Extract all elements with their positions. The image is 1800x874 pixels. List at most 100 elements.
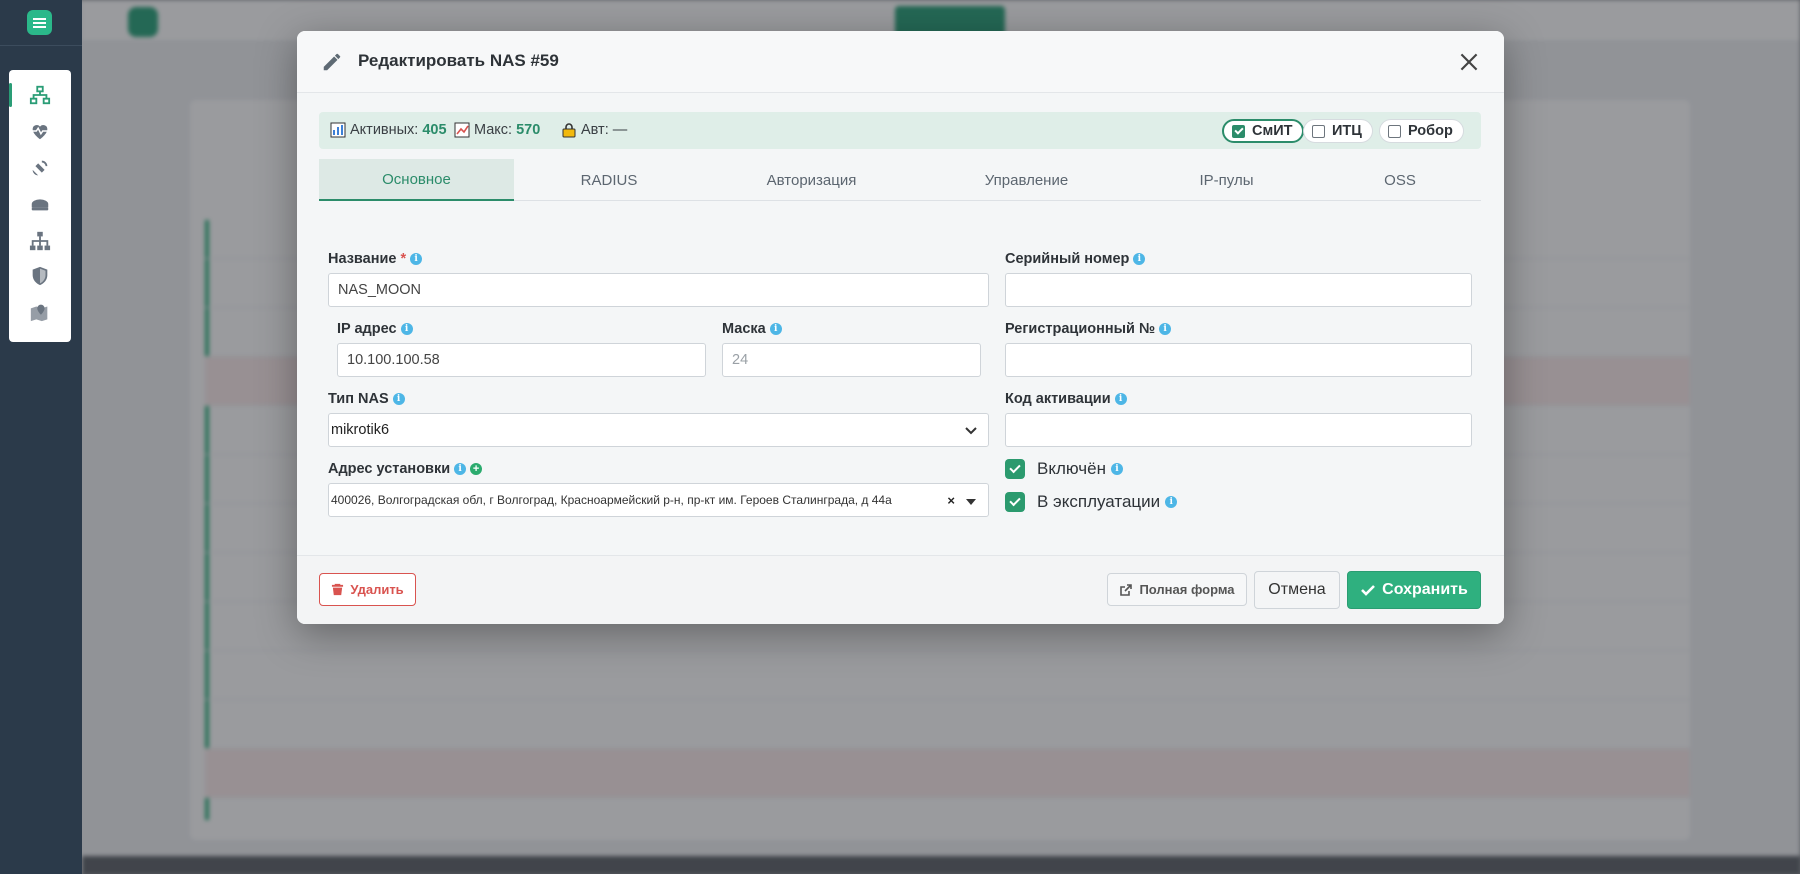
tab-bar: Основное RADIUS Авторизация Управление I…: [319, 159, 1481, 201]
registration-label: Регистрационный № i: [1005, 321, 1172, 337]
ip-label: IP адрес i: [337, 321, 413, 337]
checkbox-icon[interactable]: [1312, 124, 1325, 138]
map-marker-icon[interactable]: [25, 298, 55, 326]
caret-down-icon[interactable]: [964, 495, 978, 509]
checkbox-icon[interactable]: [1005, 492, 1025, 512]
rail-menu: [9, 70, 71, 342]
name-label-text: Название: [328, 251, 397, 267]
address-value: 400026, Волгоградская обл, г Волгоград, …: [331, 493, 892, 507]
stats-bar: Активных: 405 Макс: 570 Авт: — СмИТ ИТЦ …: [319, 112, 1481, 149]
info-icon[interactable]: i: [1114, 393, 1127, 405]
address-select[interactable]: 400026, Волгоградская обл, г Волгоград, …: [328, 483, 989, 517]
auth-value: —: [612, 122, 628, 138]
info-icon[interactable]: i: [1133, 253, 1146, 265]
registration-label-text: Регистрационный №: [1005, 321, 1156, 337]
activation-code-input[interactable]: [1005, 413, 1472, 447]
nas-type-select[interactable]: mikrotik6: [328, 413, 989, 447]
edit-nas-modal: Редактировать NAS #59 Активных: 405 Макс…: [297, 31, 1504, 624]
tab-authorization[interactable]: Авторизация: [704, 159, 919, 201]
address-label: Адрес установки i +: [328, 461, 483, 477]
bar-chart-icon: [330, 122, 346, 138]
checkbox-icon[interactable]: [1232, 124, 1245, 138]
modal-footer: Удалить Полная форма Отмена Сохранить: [297, 555, 1504, 624]
modal-header: Редактировать NAS #59: [297, 31, 1504, 93]
serial-label-text: Серийный номер: [1005, 251, 1130, 267]
active-sessions-stat: Активных: 405: [330, 122, 447, 138]
in-service-checkbox[interactable]: В эксплуатации i: [1005, 492, 1178, 512]
max-label: Макс:: [474, 122, 513, 138]
info-icon[interactable]: i: [392, 393, 405, 405]
mask-label-text: Маска: [722, 321, 766, 337]
sitemap-icon[interactable]: [25, 227, 55, 255]
org-label: Робор: [1408, 123, 1453, 139]
nas-type-value: mikrotik6: [331, 422, 390, 438]
tab-oss[interactable]: OSS: [1319, 159, 1481, 201]
app-logo-icon[interactable]: [27, 10, 52, 35]
activation-label: Код активации i: [1005, 391, 1127, 407]
rail-divider: [0, 45, 82, 46]
shield-icon[interactable]: [25, 262, 55, 290]
max-value: 570: [516, 122, 541, 138]
org-filter-smit[interactable]: СмИТ: [1222, 119, 1305, 143]
heartbeat-icon[interactable]: [25, 117, 55, 145]
info-icon[interactable]: i: [454, 463, 467, 475]
nas-type-label-text: Тип NAS: [328, 391, 389, 407]
network-icon[interactable]: [9, 81, 55, 109]
max-sessions-stat: Макс: 570: [454, 122, 540, 138]
name-input[interactable]: NAS_MOON: [328, 273, 989, 307]
clear-icon[interactable]: ×: [947, 493, 955, 508]
registration-number-input[interactable]: [1005, 343, 1472, 377]
info-icon[interactable]: i: [1159, 323, 1172, 335]
tab-main[interactable]: Основное: [319, 159, 514, 201]
nas-type-label: Тип NAS i: [328, 391, 405, 407]
full-form-button[interactable]: Полная форма: [1107, 573, 1247, 606]
external-link-icon: [1120, 583, 1133, 596]
left-rail: [0, 0, 82, 874]
serial-number-input[interactable]: [1005, 273, 1472, 307]
cancel-button[interactable]: Отмена: [1254, 571, 1340, 609]
org-filter-robor[interactable]: Робор: [1379, 119, 1464, 143]
enabled-label: Включён: [1037, 459, 1106, 478]
in-service-label: В эксплуатации: [1037, 492, 1161, 511]
name-label: Название * i: [328, 251, 423, 267]
mask-label: Маска i: [722, 321, 782, 337]
org-filter-itc[interactable]: ИТЦ: [1303, 119, 1373, 143]
trash-icon: [332, 583, 344, 596]
org-label: ИТЦ: [1332, 123, 1362, 139]
line-chart-icon: [454, 122, 470, 138]
activation-label-text: Код активации: [1005, 391, 1111, 407]
checkbox-icon[interactable]: [1388, 124, 1401, 138]
checkbox-icon[interactable]: [1005, 459, 1025, 479]
required-mark: *: [400, 251, 407, 267]
save-label: Сохранить: [1382, 581, 1468, 598]
router-icon[interactable]: [25, 190, 55, 218]
info-icon[interactable]: i: [1165, 496, 1178, 508]
auth-stat: Авт: —: [561, 122, 627, 138]
ip-label-text: IP адрес: [337, 321, 397, 337]
satellite-icon[interactable]: [25, 154, 55, 182]
tab-management[interactable]: Управление: [919, 159, 1134, 201]
delete-button[interactable]: Удалить: [319, 573, 416, 606]
close-icon[interactable]: [1456, 49, 1482, 75]
pencil-icon: [321, 51, 343, 73]
org-label: СмИТ: [1252, 123, 1293, 139]
info-icon[interactable]: i: [400, 323, 413, 335]
check-icon: [1361, 585, 1376, 596]
save-button[interactable]: Сохранить: [1347, 571, 1481, 609]
address-label-text: Адрес установки: [328, 461, 451, 477]
modal-title: Редактировать NAS #59: [358, 51, 559, 70]
chevron-down-icon[interactable]: [964, 424, 978, 438]
mask-input[interactable]: 24: [722, 343, 981, 377]
full-form-label: Полная форма: [1139, 582, 1235, 597]
active-label: Активных:: [350, 122, 419, 138]
info-icon[interactable]: i: [769, 323, 782, 335]
add-address-icon[interactable]: +: [470, 463, 483, 475]
ip-address-input[interactable]: 10.100.100.58: [337, 343, 706, 377]
delete-label: Удалить: [350, 582, 404, 597]
active-value: 405: [422, 122, 447, 138]
enabled-checkbox[interactable]: Включён i: [1005, 459, 1123, 479]
tab-ip-pools[interactable]: IP-пулы: [1134, 159, 1319, 201]
tab-radius[interactable]: RADIUS: [514, 159, 704, 201]
info-icon[interactable]: i: [410, 253, 423, 265]
info-icon[interactable]: i: [1110, 463, 1123, 475]
